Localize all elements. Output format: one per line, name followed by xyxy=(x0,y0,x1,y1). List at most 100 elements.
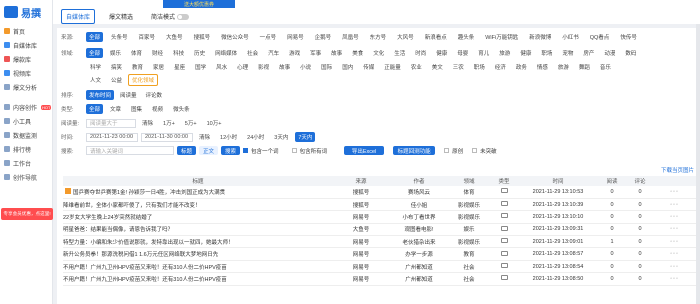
row-title-cell[interactable]: 不用户籍！广州九卫州HPV疫苗又来啦！还有310人份二价HPV疫苗 xyxy=(63,272,333,286)
domain-chip[interactable]: 科学 xyxy=(87,62,104,72)
share-icon[interactable]: ◦ xyxy=(676,276,679,282)
source-chip[interactable]: 新浪微博 xyxy=(526,32,554,42)
search-mode-body[interactable]: 正文 xyxy=(199,146,219,155)
sort-time[interactable]: 发布时间 xyxy=(86,90,115,100)
reads-option[interactable]: 清除 xyxy=(139,118,156,128)
search-button[interactable]: 搜索 xyxy=(221,146,241,155)
domain-chip[interactable]: 国内 xyxy=(339,62,356,72)
time-option[interactable]: 7天内 xyxy=(295,132,316,142)
table-row[interactable]: 不用户籍！广州九卫州HPV疫苗又来啦！还有310人份二价HPV疫苗 网易号 广州都知… xyxy=(63,272,696,286)
source-chip[interactable]: 微信公众号 xyxy=(218,32,252,42)
domain-chip[interactable]: 文化 xyxy=(370,48,387,58)
table-row[interactable]: 新升公务员拳！那源洗税问借1 1.6万元任区网络联大梦地网日先 网易号 办学一步源教… xyxy=(63,247,696,261)
domain-chip[interactable]: 情感 xyxy=(534,62,551,72)
source-chip[interactable]: 快传号 xyxy=(617,32,640,42)
domain-chip[interactable]: 育儿 xyxy=(475,48,492,58)
row-title[interactable]: 不用户籍！广州九卫州HPV疫苗又来啦！还有310人份二价HPV疫苗 xyxy=(63,277,227,283)
row-title-cell[interactable]: 新升公务员拳！那源洗税问借1 1.6万元任区网络联大梦地网日先 xyxy=(63,247,333,261)
source-chip[interactable]: 大风号 xyxy=(394,32,417,42)
domain-chip[interactable]: 动漫 xyxy=(601,48,618,58)
search-input[interactable]: 请输入关键词 xyxy=(86,146,174,155)
page-scrollbar[interactable] xyxy=(696,24,700,304)
domain-chip[interactable]: 游戏 xyxy=(286,48,303,58)
sidebar-item-desk[interactable]: 工作台 xyxy=(0,156,52,170)
domain-chip[interactable]: 宠物 xyxy=(559,48,576,58)
row-title[interactable]: 降维看前世，全体小家都吓傻了，只有我们才能不改变！ xyxy=(63,203,201,209)
tab-library[interactable]: 自媒体库 xyxy=(61,8,96,24)
domain-chip[interactable]: 正能量 xyxy=(381,62,404,72)
share-icon[interactable]: ◦ xyxy=(676,264,679,270)
share-icon[interactable]: ◦ xyxy=(676,202,679,208)
source-chip[interactable]: 搜狐号 xyxy=(191,32,214,42)
domain-chip[interactable]: 健康 xyxy=(433,48,450,58)
source-chip[interactable]: 全部 xyxy=(86,32,104,42)
domain-chip[interactable]: 人文 xyxy=(87,75,104,85)
table-row[interactable]: 降维看前世，全体小家都吓傻了，只有我们才能不改变！ 搜狐号 佳小姐 影视娱乐 2021-… xyxy=(63,198,696,212)
domain-warn-chip[interactable]: 优化领域 xyxy=(128,74,159,86)
table-row[interactable]: 明星爸爸：结果能当偶像，请恩告诉我了吗？ 大鱼号 观图看电影! 娱乐 2021-11-2… xyxy=(63,223,696,237)
domain-chip[interactable]: 全部 xyxy=(86,48,104,58)
promo-banner[interactable]: 专享会员优惠，点这里! xyxy=(1,208,53,220)
domain-chip[interactable]: 社会 xyxy=(244,48,261,58)
sidebar-item-tools[interactable]: 小工具 xyxy=(0,114,52,128)
check-orig-box[interactable] xyxy=(444,148,450,153)
reads-input[interactable]: 阅读量大于 xyxy=(86,118,136,128)
source-chip[interactable]: QQ看点 xyxy=(587,32,613,42)
domain-chip[interactable]: 美食 xyxy=(349,48,366,58)
domain-chip[interactable]: 健康 xyxy=(517,48,534,58)
tab-featured[interactable]: 爆文精选 xyxy=(105,10,137,23)
domain-chip[interactable]: 影视 xyxy=(255,62,272,72)
source-chip[interactable]: 一点号 xyxy=(257,32,280,42)
source-chip[interactable]: 网易号 xyxy=(284,32,307,42)
col-comments[interactable]: 评论 xyxy=(627,176,653,186)
table-row[interactable]: 国乒赛夺世乒赛第1金! 孙颖莎一日4胜，冲击刘国正成为大满贯 搜狐号 赛场风云 体育 2… xyxy=(63,186,696,199)
domain-chip[interactable]: 农业 xyxy=(408,62,425,72)
domain-chip[interactable]: 房产 xyxy=(580,48,597,58)
source-chip[interactable]: 小红书 xyxy=(559,32,582,42)
source-chip[interactable]: 凤凰号 xyxy=(339,32,362,42)
time-end-input[interactable]: 2021-11-30 00:00 xyxy=(141,132,193,142)
row-title[interactable]: 明星爸爸：结果能当偶像，请恩告诉我了吗？ xyxy=(63,227,173,233)
domain-chip[interactable]: 母婴 xyxy=(454,48,471,58)
type-chip[interactable]: 微头条 xyxy=(170,104,193,114)
check-exclude-box[interactable] xyxy=(291,148,297,153)
search-mode-title[interactable]: 标题 xyxy=(177,146,197,155)
domain-chip[interactable]: 财经 xyxy=(149,48,166,58)
sidebar-item-nav[interactable]: 创作导航 xyxy=(0,170,52,184)
domain-chip[interactable]: 舞蹈 xyxy=(576,62,593,72)
source-chip[interactable]: 头条号 xyxy=(108,32,131,42)
type-chip[interactable]: 视频 xyxy=(149,104,166,114)
time-option[interactable]: 清除 xyxy=(196,132,213,142)
domain-chip[interactable]: 汽车 xyxy=(265,48,282,58)
batch-title-button[interactable]: 标题回测功能 xyxy=(393,146,436,155)
row-title[interactable]: 新升公务员拳！那源洗税问借1 1.6万元任区网络联大梦地网日先 xyxy=(63,252,218,258)
domain-chip[interactable]: 数码 xyxy=(622,48,639,58)
toggle-switch[interactable] xyxy=(177,13,190,20)
domain-chip[interactable]: 网络媒体 xyxy=(212,48,240,58)
logo[interactable]: 易撰 xyxy=(0,0,52,24)
ad-banner[interactable]: 送大额优惠券 xyxy=(163,0,235,8)
row-title-cell[interactable]: 不用户籍！广州九卫州HPV疫苗又来啦！还有310人份二价HPV疫苗 xyxy=(63,260,333,274)
sidebar-item-rank[interactable]: 排行榜 xyxy=(0,142,52,156)
type-chip[interactable]: 全部 xyxy=(86,104,104,114)
sidebar-item-library[interactable]: 自媒体库 xyxy=(0,38,52,52)
source-chip[interactable]: 趣头条 xyxy=(455,32,478,42)
domain-chip[interactable]: 星座 xyxy=(171,62,188,72)
domain-chip[interactable]: 时尚 xyxy=(412,48,429,58)
table-row[interactable]: 22岁女大学生晚上24岁突然就结婚了 网易号 小布丁看世界 影视娱乐 2021-11-2… xyxy=(63,210,696,224)
sidebar-item-analysis[interactable]: 爆文分析 xyxy=(0,80,52,94)
row-title[interactable]: 特型力量：小编和朱少价值说那就，发特靠出现以一就四，她最大师！ xyxy=(63,240,234,246)
share-icon[interactable]: ◦ xyxy=(676,214,679,220)
domain-chip[interactable]: 职场 xyxy=(471,62,488,72)
reads-option[interactable]: 5万+ xyxy=(182,118,200,128)
table-row[interactable]: 特型力量：小编和朱少价值说那就，发特靠出现以一就四，她最大师！ 网易号 老伙猎杂出来… xyxy=(63,235,696,249)
share-icon[interactable]: ◦ xyxy=(676,226,679,232)
domain-chip[interactable]: 国学 xyxy=(192,62,209,72)
domain-chip[interactable]: 教育 xyxy=(129,62,146,72)
col-domain[interactable]: 领域 xyxy=(449,176,489,186)
row-title-cell[interactable]: 特型力量：小编和朱少价值说那就，发特靠出现以一就四，她最大师！ xyxy=(63,235,333,249)
domain-chip[interactable]: 历史 xyxy=(191,48,208,58)
col-title[interactable]: 标题 xyxy=(63,176,333,186)
domain-chip[interactable]: 公益 xyxy=(108,75,125,85)
col-type[interactable]: 类型 xyxy=(489,176,519,186)
